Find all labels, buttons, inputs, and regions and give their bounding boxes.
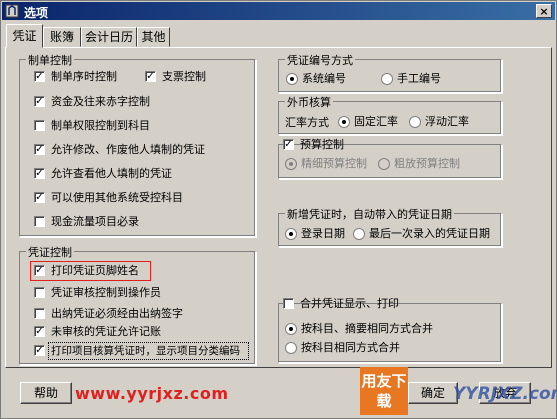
checkbox-box[interactable]: [34, 120, 45, 131]
radio-dot[interactable]: [285, 228, 297, 240]
radio-label: 浮动汇率: [425, 115, 469, 128]
watermark-url: www.yyrjxz.com: [75, 384, 229, 403]
group-title: 凭证编号方式: [285, 52, 355, 68]
checkbox-label: 打印凭证页脚姓名: [51, 264, 139, 277]
radio-label: 固定汇率: [354, 115, 398, 128]
checkbox-box[interactable]: ✓: [34, 326, 45, 337]
checkbox-box[interactable]: [283, 298, 294, 309]
group-title: 制单控制: [26, 52, 74, 68]
radio-label: 系统编号: [302, 72, 346, 85]
checkbox-box[interactable]: ✓: [34, 168, 45, 179]
tab-ledger[interactable]: 账簿: [43, 27, 81, 47]
watermark-logo: 用友下载: [360, 367, 408, 415]
ok-button[interactable]: 确定: [408, 382, 458, 404]
radio-dot[interactable]: [286, 73, 298, 85]
checkbox-box[interactable]: ✓: [145, 71, 156, 82]
watermark-site: YYRJXZ.com: [453, 384, 557, 404]
tab-label: 会计日历: [84, 30, 133, 44]
tab-label: 其他: [141, 30, 166, 44]
checkbox-label: 现金流量项目必录: [51, 215, 139, 228]
options-dialog: 选项 × 凭证 账簿 会计日历 其他 制单控制 ✓ 制单序时控制 ✓ 支票控制 ✓ 资…: [0, 0, 557, 419]
rate-method-label: 汇率方式: [285, 116, 329, 129]
radio-dot[interactable]: [378, 158, 390, 170]
checkbox-label: 允许修改、作废他人填制的凭证: [51, 143, 205, 156]
radio-dot[interactable]: [285, 158, 297, 170]
checkbox-label: 出纳凭证必须经由出纳签字: [51, 307, 183, 320]
radio-label: 粗放预算控制: [394, 157, 460, 170]
group-title: 凭证控制: [26, 244, 74, 260]
checkbox-label: 允许查看他人填制的凭证: [51, 167, 172, 180]
radio-dot[interactable]: [285, 323, 297, 335]
checkbox-box[interactable]: ✓: [34, 265, 45, 276]
radio-dot[interactable]: [381, 73, 393, 85]
radio-label: 手工编号: [397, 72, 441, 85]
group-title: 外币核算: [285, 94, 333, 110]
checkbox-box[interactable]: ✓: [34, 192, 45, 203]
checkbox-label: 资金及往来赤字控制: [51, 95, 150, 108]
checkbox-label: 凭证审核控制到操作员: [51, 286, 161, 299]
checkbox-box[interactable]: ✓: [34, 71, 45, 82]
window-title: 选项: [24, 6, 49, 20]
app-icon: [5, 4, 19, 18]
tab-label: 账簿: [49, 30, 74, 44]
checkbox-box[interactable]: ✓: [283, 139, 294, 150]
radio-dot[interactable]: [409, 116, 421, 128]
checkbox-budget-control[interactable]: ✓ 预算控制: [283, 137, 344, 153]
radio-label: 精细预算控制: [301, 157, 367, 170]
checkbox-label: 支票控制: [162, 70, 206, 83]
checkbox-box[interactable]: [34, 308, 45, 319]
tab-accounting-calendar[interactable]: 会计日历: [81, 27, 137, 47]
checkbox-box[interactable]: ✓: [34, 144, 45, 155]
checkbox-label: 未审核的凭证允许记账: [51, 325, 161, 338]
tab-other[interactable]: 其他: [137, 27, 170, 47]
checkbox-merge-vouchers[interactable]: 合并凭证显示、打印: [283, 296, 399, 312]
checkbox-label: 制单序时控制: [51, 70, 117, 83]
radio-dot[interactable]: [353, 228, 365, 240]
checkbox-label: 合并凭证显示、打印: [300, 297, 399, 310]
help-button[interactable]: 帮助: [20, 382, 72, 404]
radio-dot[interactable]: [285, 342, 297, 354]
radio-label: 最后一次录入的凭证日期: [369, 227, 490, 240]
title-bar[interactable]: 选项 ×: [2, 2, 555, 20]
checkbox-box[interactable]: ✓: [34, 96, 45, 107]
radio-label: 登录日期: [301, 227, 345, 240]
tab-voucher[interactable]: 凭证: [6, 24, 43, 48]
close-icon[interactable]: ×: [536, 4, 552, 18]
radio-dot[interactable]: [338, 116, 350, 128]
tab-label: 凭证: [12, 29, 37, 43]
checkbox-label: 打印项目核算凭证时，显示项目分类编码: [51, 345, 240, 357]
checkbox-box[interactable]: [34, 287, 45, 298]
radio-label: 按科目、摘要相同方式合并: [301, 322, 433, 335]
checkbox-box[interactable]: [34, 216, 45, 227]
group-title: 新增凭证时，自动带入的凭证日期: [285, 206, 454, 222]
checkbox-label: 预算控制: [300, 138, 344, 151]
checkbox-label: 制单权限控制到科目: [51, 119, 150, 132]
radio-label: 按科目相同方式合并: [301, 341, 400, 354]
checkbox-box[interactable]: ✓: [34, 345, 45, 356]
checkbox-label: 可以使用其他系统受控科目: [51, 191, 183, 204]
